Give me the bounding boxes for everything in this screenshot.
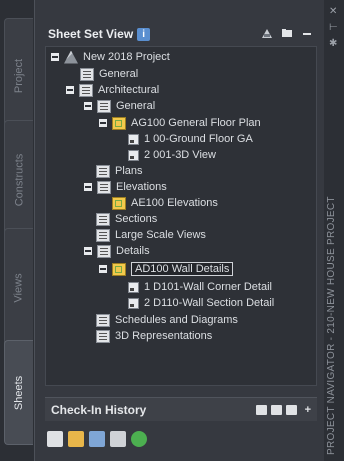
info-icon[interactable]: i xyxy=(137,27,151,41)
side-tab-rail: Project Constructs Views Sheets xyxy=(0,0,34,461)
sheet-icon xyxy=(112,116,126,130)
grid-icon[interactable] xyxy=(270,405,282,415)
tree-node-ad100[interactable]: AD100 Wall Details xyxy=(99,261,234,277)
tree-node-details[interactable]: Details xyxy=(84,243,150,259)
subset-icon xyxy=(97,244,111,258)
checkin-history-bar[interactable]: Check-In History + xyxy=(45,397,317,421)
subset-icon xyxy=(97,99,111,113)
sheet-icon xyxy=(112,262,126,276)
tree-node-sections[interactable]: Sections xyxy=(96,211,157,227)
subset-icon xyxy=(96,164,110,178)
sheet-set-panel: Sheet Set View i New 2018 Project Genera… xyxy=(34,0,324,461)
pin-icon[interactable]: ⊢ xyxy=(329,22,338,33)
tree-node-large-scale-views[interactable]: Large Scale Views xyxy=(96,227,206,243)
printer-icon[interactable] xyxy=(47,431,63,447)
navigator-title: PROJECT NAVIGATOR - 210-NEW HOUSE PROJEC… xyxy=(326,196,337,455)
view-icon xyxy=(128,149,139,161)
selected-sheet-label: AD100 Wall Details xyxy=(131,262,234,276)
tree-node-schedules[interactable]: Schedules and Diagrams xyxy=(96,312,238,328)
collapse-icon[interactable] xyxy=(99,265,107,273)
navigator-strip: ✕ ⊢ ✱ PROJECT NAVIGATOR - 210-NEW HOUSE … xyxy=(324,0,344,461)
tree-node-architectural[interactable]: Architectural xyxy=(66,82,159,98)
collapse-icon[interactable] xyxy=(84,183,92,191)
sheet-set-icon[interactable] xyxy=(261,27,273,39)
view-icon xyxy=(128,133,139,145)
collapse-icon[interactable] xyxy=(51,53,59,61)
tree-node-view-wall-corner[interactable]: 1 D101-Wall Corner Detail xyxy=(128,279,272,295)
tree-node-ag100[interactable]: AG100 General Floor Plan xyxy=(99,115,261,131)
collapse-icon[interactable] xyxy=(84,247,92,255)
tree-node-view-3d[interactable]: 2 001-3D View xyxy=(128,147,216,163)
publish-icon[interactable] xyxy=(68,431,84,447)
close-icon[interactable]: ✕ xyxy=(329,6,337,17)
checkin-history-label: Check-In History xyxy=(51,402,147,417)
subset-icon xyxy=(79,83,93,97)
folder-icon[interactable] xyxy=(281,27,293,39)
subset-icon xyxy=(96,313,110,327)
collapse-icon[interactable] xyxy=(66,86,74,94)
tree-node-view-wall-section[interactable]: 2 D110-Wall Section Detail xyxy=(128,295,274,311)
sheet-icon xyxy=(112,196,126,210)
view-icon xyxy=(128,297,139,309)
collapse-icon[interactable] xyxy=(84,102,92,110)
tree-node-elevations[interactable]: Elevations xyxy=(84,179,167,195)
panel-title: Sheet Set View xyxy=(48,27,134,41)
sheet-set-icon xyxy=(64,50,78,64)
panel-titlebar: Sheet Set View i xyxy=(35,23,325,45)
settings-icon[interactable]: ✱ xyxy=(329,38,337,49)
minimize-icon[interactable] xyxy=(301,27,313,39)
list-icon[interactable] xyxy=(285,405,297,415)
tree-node-project[interactable]: New 2018 Project xyxy=(51,49,170,65)
subset-icon xyxy=(96,329,110,343)
collapse-icon[interactable] xyxy=(99,119,107,127)
filter-icon[interactable] xyxy=(89,431,105,447)
tab-project[interactable]: Project xyxy=(4,18,33,133)
tree-node-view-ground-floor[interactable]: 1 00-Ground Floor GA xyxy=(128,131,253,147)
subset-icon xyxy=(96,228,110,242)
tree-node-arch-general[interactable]: General xyxy=(84,98,155,114)
tree-node-general[interactable]: General xyxy=(80,66,138,82)
tab-views[interactable]: Views xyxy=(4,228,33,348)
add-icon[interactable]: + xyxy=(305,404,311,416)
view-icon xyxy=(128,281,139,293)
tree-node-3d-representations[interactable]: 3D Representations xyxy=(96,328,212,344)
tab-sheets[interactable]: Sheets xyxy=(4,340,33,445)
image-icon[interactable] xyxy=(255,405,267,415)
table-icon[interactable] xyxy=(110,431,126,447)
subset-icon xyxy=(96,212,110,226)
bottom-toolbar xyxy=(45,428,317,450)
tree-node-ae100[interactable]: AE100 Elevations xyxy=(112,195,218,211)
refresh-icon[interactable] xyxy=(131,431,147,447)
subset-icon xyxy=(80,67,94,81)
sheet-tree: New 2018 Project General Architectural G… xyxy=(45,46,317,386)
tab-constructs[interactable]: Constructs xyxy=(4,120,33,240)
tree-node-plans[interactable]: Plans xyxy=(96,163,143,179)
subset-icon xyxy=(97,180,111,194)
